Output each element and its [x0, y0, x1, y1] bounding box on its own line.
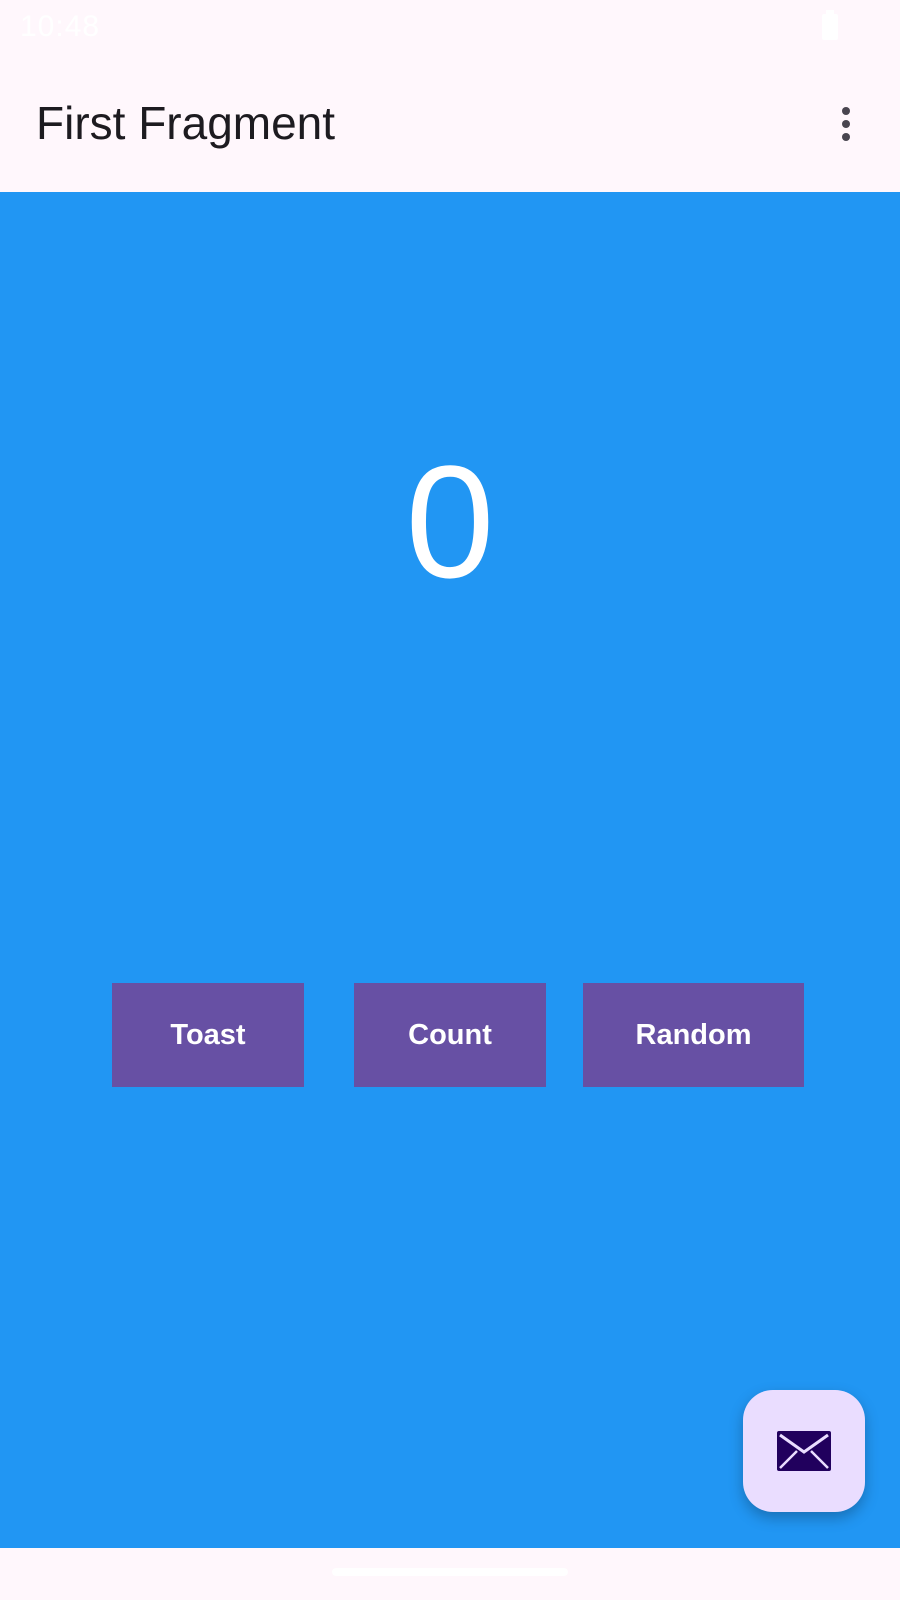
gesture-handle[interactable] — [332, 1568, 568, 1576]
counter-text: 0 — [405, 432, 495, 611]
app-title: First Fragment — [36, 97, 336, 149]
battery-icon — [822, 10, 838, 40]
toast-button[interactable]: Toast — [112, 983, 304, 1087]
count-button[interactable]: Count — [354, 983, 546, 1087]
email-icon — [777, 1431, 831, 1471]
status-time: 10:48 — [20, 10, 101, 43]
status-bar: 10:48 — [0, 0, 900, 54]
overflow-menu-button[interactable] — [818, 90, 874, 158]
app-bar: First Fragment — [0, 54, 900, 192]
main-content: 0 Toast Count Random — [0, 192, 900, 1548]
more-vert-icon — [842, 107, 850, 141]
email-fab-button[interactable] — [743, 1390, 865, 1512]
random-button[interactable]: Random — [583, 983, 804, 1087]
navigation-bar — [0, 1548, 900, 1600]
